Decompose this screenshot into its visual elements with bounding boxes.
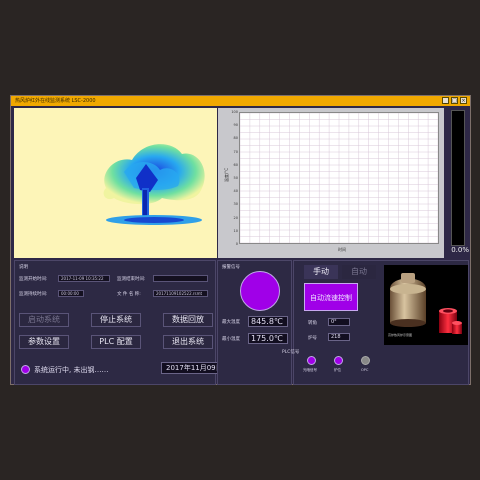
status-indicator-icon: [21, 365, 30, 374]
max-temp-value: 845.8℃: [248, 316, 288, 327]
y-tick-label: 0: [235, 242, 238, 246]
chart-plot-area: [239, 112, 439, 244]
plc-config-button[interactable]: PLC 配置: [91, 335, 141, 349]
screen: { "window": {"title": "热风炉红外在线监测系统 LSC-2…: [0, 0, 480, 480]
equipment-image: 高炉热风炉示意图: [384, 265, 468, 345]
close-button[interactable]: ×: [460, 97, 467, 104]
start-system-button[interactable]: 启动系统: [19, 313, 69, 327]
signal-light-icon: [307, 356, 316, 365]
angle-value: 0°: [328, 318, 350, 326]
window-title: 热风炉红外在线监测系统 LSC-2000: [15, 98, 96, 104]
start-time-label: 监测开始时间:: [19, 277, 48, 282]
parameter-settings-button[interactable]: 参数设置: [19, 335, 69, 349]
stop-system-button[interactable]: 停止系统: [91, 313, 141, 327]
title-bar: 热风炉红外在线监测系统 LSC-2000 _ □ ×: [11, 96, 470, 106]
chart-xlabel: 时间: [338, 247, 346, 252]
control-panel: 手动 自动 自动流速控制 转角 0° 炉号 218 PLC信号 光暗信号 炉位 …: [282, 260, 469, 385]
data-playback-button[interactable]: 数据回放: [163, 313, 213, 327]
duration-field: 00:00:00: [58, 290, 84, 297]
furnace-label: 炉号: [308, 336, 317, 341]
tab-manual[interactable]: 手动: [304, 265, 338, 279]
maximize-button[interactable]: □: [451, 97, 458, 104]
exit-system-button[interactable]: 退出系统: [163, 335, 213, 349]
y-tick-label: 100: [231, 110, 238, 114]
level-gauge: [451, 110, 465, 246]
y-tick-label: 70: [233, 149, 238, 154]
start-time-field: 2017-11-09 10:35:22: [58, 275, 110, 282]
minimize-button[interactable]: _: [442, 97, 449, 104]
y-tick-label: 50: [233, 176, 238, 180]
alarm-panel: 报警信号 最大温度 845.8℃ 最小温度 175.0℃: [217, 260, 292, 385]
y-axis-ticks: 100 90 80 70 60 50 40 30 20 10 0: [228, 110, 238, 246]
y-tick-label: 30: [233, 202, 238, 207]
plc-signal-label: PLC信号: [282, 350, 300, 355]
opc-label: OPC: [361, 368, 369, 372]
end-time-label: 监测结束时间:: [117, 277, 146, 282]
alarm-label: 报警信号: [222, 265, 240, 270]
alarm-indicator-icon: [240, 271, 280, 311]
y-tick-label: 60: [233, 162, 238, 167]
min-temp-label: 最小温度: [222, 337, 240, 342]
equipment-caption: 高炉热风炉示意图: [388, 333, 413, 337]
min-temp-value: 175.0℃: [248, 333, 288, 344]
info-panel: 说明 监测开始时间: 2017-11-09 10:35:22 监测结束时间: 监…: [14, 260, 271, 385]
angle-label: 转角: [308, 321, 317, 326]
auto-flow-control-button[interactable]: 自动流速控制: [304, 283, 358, 311]
app-window: 热风炉红外在线监测系统 LSC-2000 _ □ × 温度/°C 100 90 …: [10, 95, 471, 385]
gauge-percent: 0.0%: [451, 246, 469, 254]
temperature-chart: 温度/°C 100 90 80 70 60 50 40 30 20 10 0 时间: [218, 108, 444, 258]
y-tick-label: 40: [233, 189, 238, 194]
y-tick-label: 20: [233, 215, 238, 220]
furnace-position-icon: [334, 356, 343, 365]
y-tick-label: 90: [233, 123, 238, 128]
thermal-image: [14, 108, 217, 258]
status-message: 系统运行中, 未出钢……: [34, 366, 109, 374]
opc-status-icon: [361, 356, 370, 365]
end-time-field: [153, 275, 208, 282]
tab-auto[interactable]: 自动: [342, 265, 376, 279]
gauge-column: 0.0%: [445, 108, 469, 258]
max-temp-label: 最大温度: [222, 320, 240, 325]
signal-light-label: 光暗信号: [303, 368, 317, 372]
file-name-field: 20171109102522.rsmt: [153, 290, 208, 297]
duration-label: 监测持续时间:: [19, 292, 48, 297]
section-label: 说明: [19, 265, 28, 270]
y-tick-label: 80: [233, 136, 238, 141]
y-tick-label: 10: [233, 228, 238, 233]
furnace-position-label: 炉位: [334, 368, 341, 372]
file-name-label: 文 件 名 称:: [117, 292, 141, 297]
furnace-value: 218: [328, 333, 350, 341]
